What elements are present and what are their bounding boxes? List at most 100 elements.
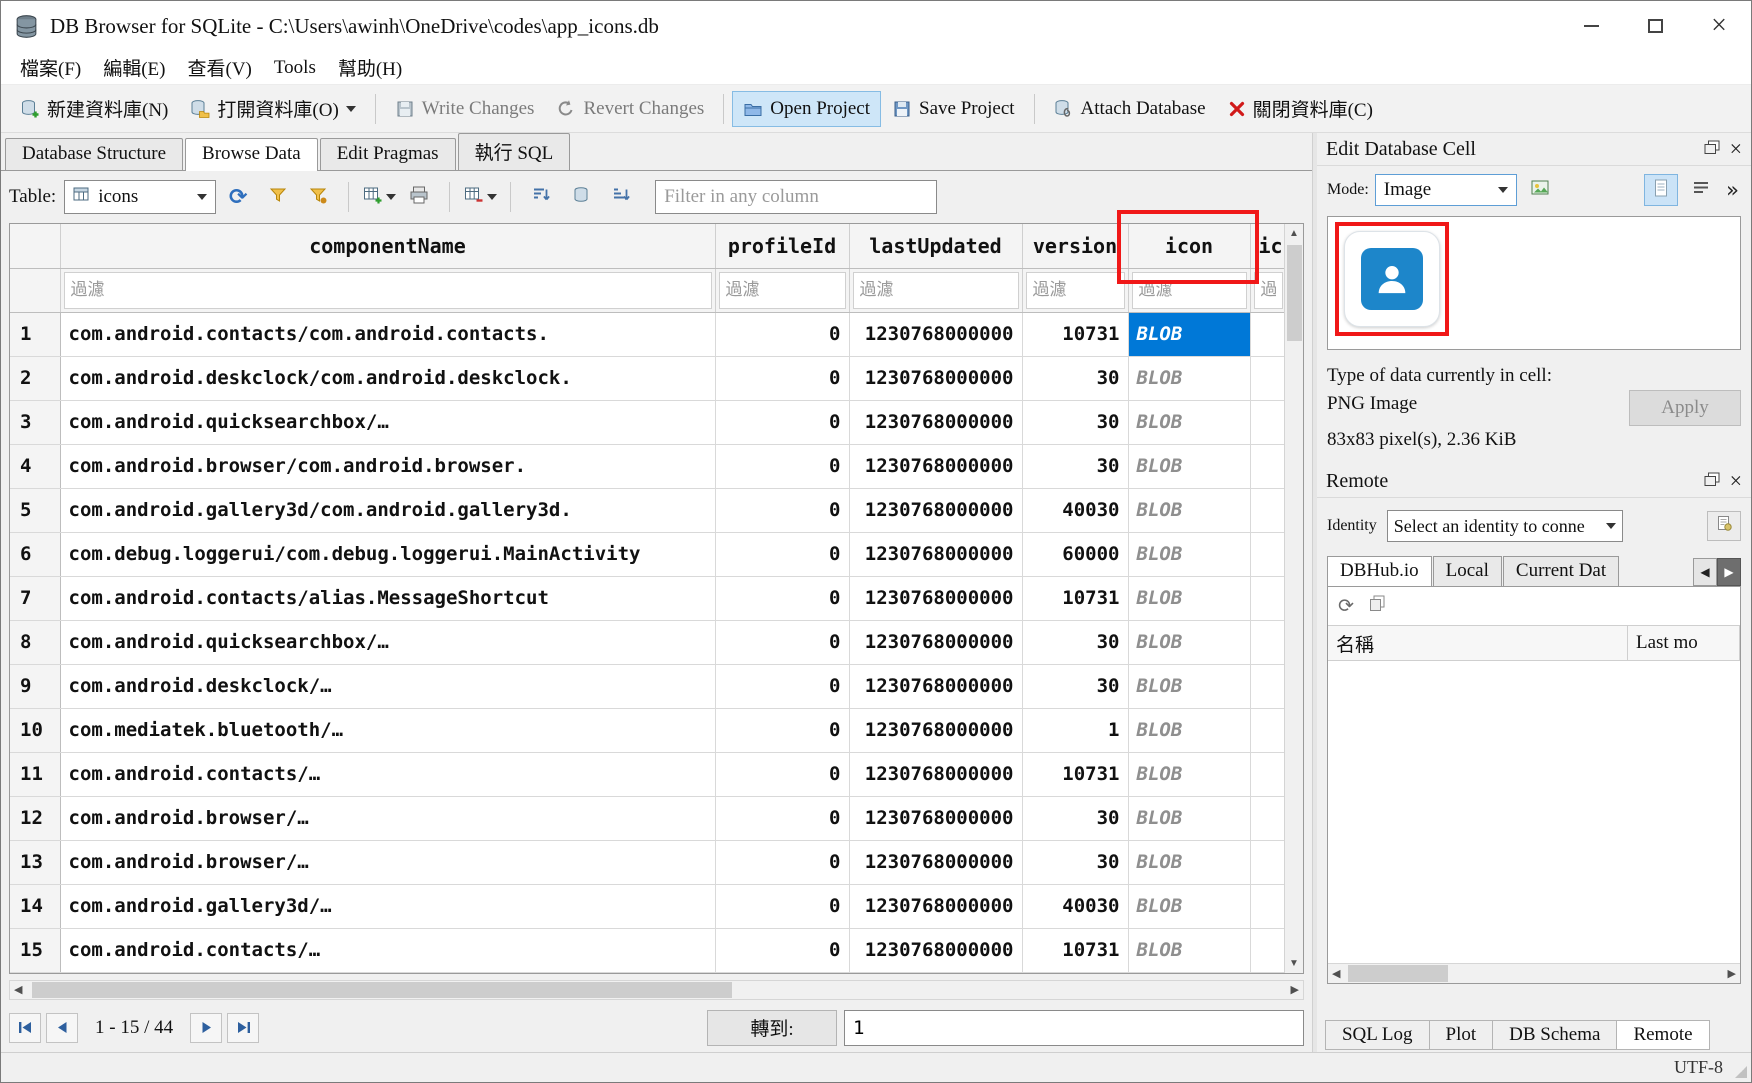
cell-profileId[interactable]: 0 <box>715 664 849 708</box>
cell-componentName[interactable]: com.android.deskclock/com.android.deskcl… <box>60 356 715 400</box>
cell-lastUpdated[interactable]: 1230768000000 <box>849 928 1022 972</box>
minimize-button[interactable] <box>1559 1 1623 51</box>
filter-input-version[interactable] <box>1026 272 1125 309</box>
cell-icon[interactable]: BLOB <box>1128 400 1250 444</box>
close-database-button[interactable]: 關閉資料庫(C) <box>1217 88 1384 129</box>
row-number[interactable]: 7 <box>10 576 60 620</box>
last-page-button[interactable] <box>227 1013 259 1043</box>
remote-tab-local[interactable]: Local <box>1433 556 1502 586</box>
new-record-button[interactable] <box>361 179 397 215</box>
cell-icon[interactable]: BLOB <box>1128 444 1250 488</box>
identity-select[interactable]: Select an identity to conne <box>1387 510 1623 542</box>
cell-componentName[interactable]: com.android.browser/… <box>60 840 715 884</box>
first-page-button[interactable] <box>9 1013 41 1043</box>
row-number[interactable]: 12 <box>10 796 60 840</box>
revert-changes-button[interactable]: Revert Changes <box>545 91 715 127</box>
tab-edit-pragmas[interactable]: Edit Pragmas <box>320 138 456 170</box>
tab-browse-data[interactable]: Browse Data <box>185 138 318 171</box>
cell-profileId[interactable]: 0 <box>715 796 849 840</box>
cell-version[interactable]: 40030 <box>1022 488 1128 532</box>
sort-desc-button[interactable] <box>603 179 639 215</box>
tab-execute-sql[interactable]: 執行 SQL <box>458 133 571 170</box>
scroll-left-icon[interactable]: ◀ <box>14 983 22 996</box>
row-number[interactable]: 4 <box>10 444 60 488</box>
identity-settings-button[interactable] <box>1707 511 1741 541</box>
vertical-scrollbar[interactable]: ▲ ▼ <box>1284 224 1303 973</box>
column-header-lastUpdated[interactable]: lastUpdated <box>849 224 1022 268</box>
dock-tab-sql-log[interactable]: SQL Log <box>1325 1020 1430 1050</box>
cell-version[interactable]: 40030 <box>1022 884 1128 928</box>
column-header-partial[interactable]: ic <box>1250 224 1286 268</box>
open-project-button[interactable]: Open Project <box>732 91 881 127</box>
cell-partial[interactable] <box>1250 488 1286 532</box>
cell-partial[interactable] <box>1250 356 1286 400</box>
cell-icon[interactable]: BLOB <box>1128 928 1250 972</box>
cell-partial[interactable] <box>1250 620 1286 664</box>
cell-componentName[interactable]: com.android.contacts/… <box>60 928 715 972</box>
cell-lastUpdated[interactable]: 1230768000000 <box>849 488 1022 532</box>
cell-profileId[interactable]: 0 <box>715 576 849 620</box>
cell-componentName[interactable]: com.android.contacts/… <box>60 752 715 796</box>
column-header-profileId[interactable]: profileId <box>715 224 849 268</box>
filter-input-icon[interactable] <box>1132 272 1247 309</box>
cell-version[interactable]: 30 <box>1022 840 1128 884</box>
cell-version[interactable]: 10731 <box>1022 312 1128 356</box>
cell-partial[interactable] <box>1250 884 1286 928</box>
write-changes-button[interactable]: Write Changes <box>384 91 546 127</box>
cell-version[interactable]: 60000 <box>1022 532 1128 576</box>
cell-icon[interactable]: BLOB <box>1128 356 1250 400</box>
cell-icon[interactable]: BLOB <box>1128 664 1250 708</box>
cell-componentName[interactable]: com.android.gallery3d/… <box>60 884 715 928</box>
cell-profileId[interactable]: 0 <box>715 488 849 532</box>
cell-lastUpdated[interactable]: 1230768000000 <box>849 708 1022 752</box>
filter-input-lastUpdated[interactable] <box>853 272 1019 309</box>
cell-icon[interactable]: BLOB <box>1128 796 1250 840</box>
horizontal-scrollbar-thumb[interactable] <box>32 982 732 998</box>
cell-partial[interactable] <box>1250 796 1286 840</box>
global-filter-input[interactable] <box>655 180 937 214</box>
cell-lastUpdated[interactable]: 1230768000000 <box>849 576 1022 620</box>
cell-icon[interactable]: BLOB <box>1128 312 1250 356</box>
cell-profileId[interactable]: 0 <box>715 928 849 972</box>
remote-refresh-icon[interactable]: ⟳ <box>1338 595 1354 617</box>
remote-scrollbar-thumb[interactable] <box>1348 965 1448 982</box>
cell-componentName[interactable]: com.mediatek.bluetooth/… <box>60 708 715 752</box>
attach-database-button[interactable]: Attach Database <box>1043 91 1217 127</box>
cell-partial[interactable] <box>1250 752 1286 796</box>
float-dock-icon[interactable] <box>1704 138 1720 161</box>
cell-lastUpdated[interactable]: 1230768000000 <box>849 312 1022 356</box>
clone-database-icon[interactable] <box>1368 594 1387 618</box>
cell-profileId[interactable]: 0 <box>715 444 849 488</box>
cell-profileId[interactable]: 0 <box>715 840 849 884</box>
scroll-right-icon[interactable]: ▶ <box>1291 983 1299 996</box>
close-dock-icon[interactable]: × <box>1730 138 1742 160</box>
menu-item-view[interactable]: 查看(V) <box>177 51 263 84</box>
cell-lastUpdated[interactable]: 1230768000000 <box>849 664 1022 708</box>
cell-icon[interactable]: BLOB <box>1128 576 1250 620</box>
new-database-button[interactable]: 新建資料庫(N) <box>9 88 179 129</box>
cell-partial[interactable] <box>1250 664 1286 708</box>
cell-partial[interactable] <box>1250 708 1286 752</box>
close-button[interactable]: × <box>1687 1 1751 51</box>
remote-tab-dbhub[interactable]: DBHub.io <box>1327 556 1432 586</box>
cell-componentName[interactable]: com.android.contacts/alias.MessageShortc… <box>60 576 715 620</box>
cell-version[interactable]: 30 <box>1022 664 1128 708</box>
cell-componentName[interactable]: com.android.quicksearchbox/… <box>60 620 715 664</box>
cell-lastUpdated[interactable]: 1230768000000 <box>849 840 1022 884</box>
remote-column-last-modified[interactable]: Last mo <box>1628 626 1740 660</box>
cell-profileId[interactable]: 0 <box>715 532 849 576</box>
print-button[interactable] <box>401 179 437 215</box>
dock-tab-remote[interactable]: Remote <box>1616 1020 1709 1050</box>
scroll-left-icon[interactable]: ◀ <box>1332 967 1340 980</box>
row-number[interactable]: 6 <box>10 532 60 576</box>
column-header-icon[interactable]: icon <box>1128 224 1250 268</box>
cell-partial[interactable] <box>1250 840 1286 884</box>
cell-lastUpdated[interactable]: 1230768000000 <box>849 400 1022 444</box>
filter-input-partial[interactable] <box>1254 272 1283 309</box>
cell-version[interactable]: 30 <box>1022 356 1128 400</box>
cell-partial[interactable] <box>1250 928 1286 972</box>
cell-componentName[interactable]: com.android.gallery3d/com.android.galler… <box>60 488 715 532</box>
cell-profileId[interactable]: 0 <box>715 752 849 796</box>
remote-tab-current-database[interactable]: Current Dat <box>1503 556 1619 586</box>
grid-corner[interactable] <box>10 224 60 268</box>
